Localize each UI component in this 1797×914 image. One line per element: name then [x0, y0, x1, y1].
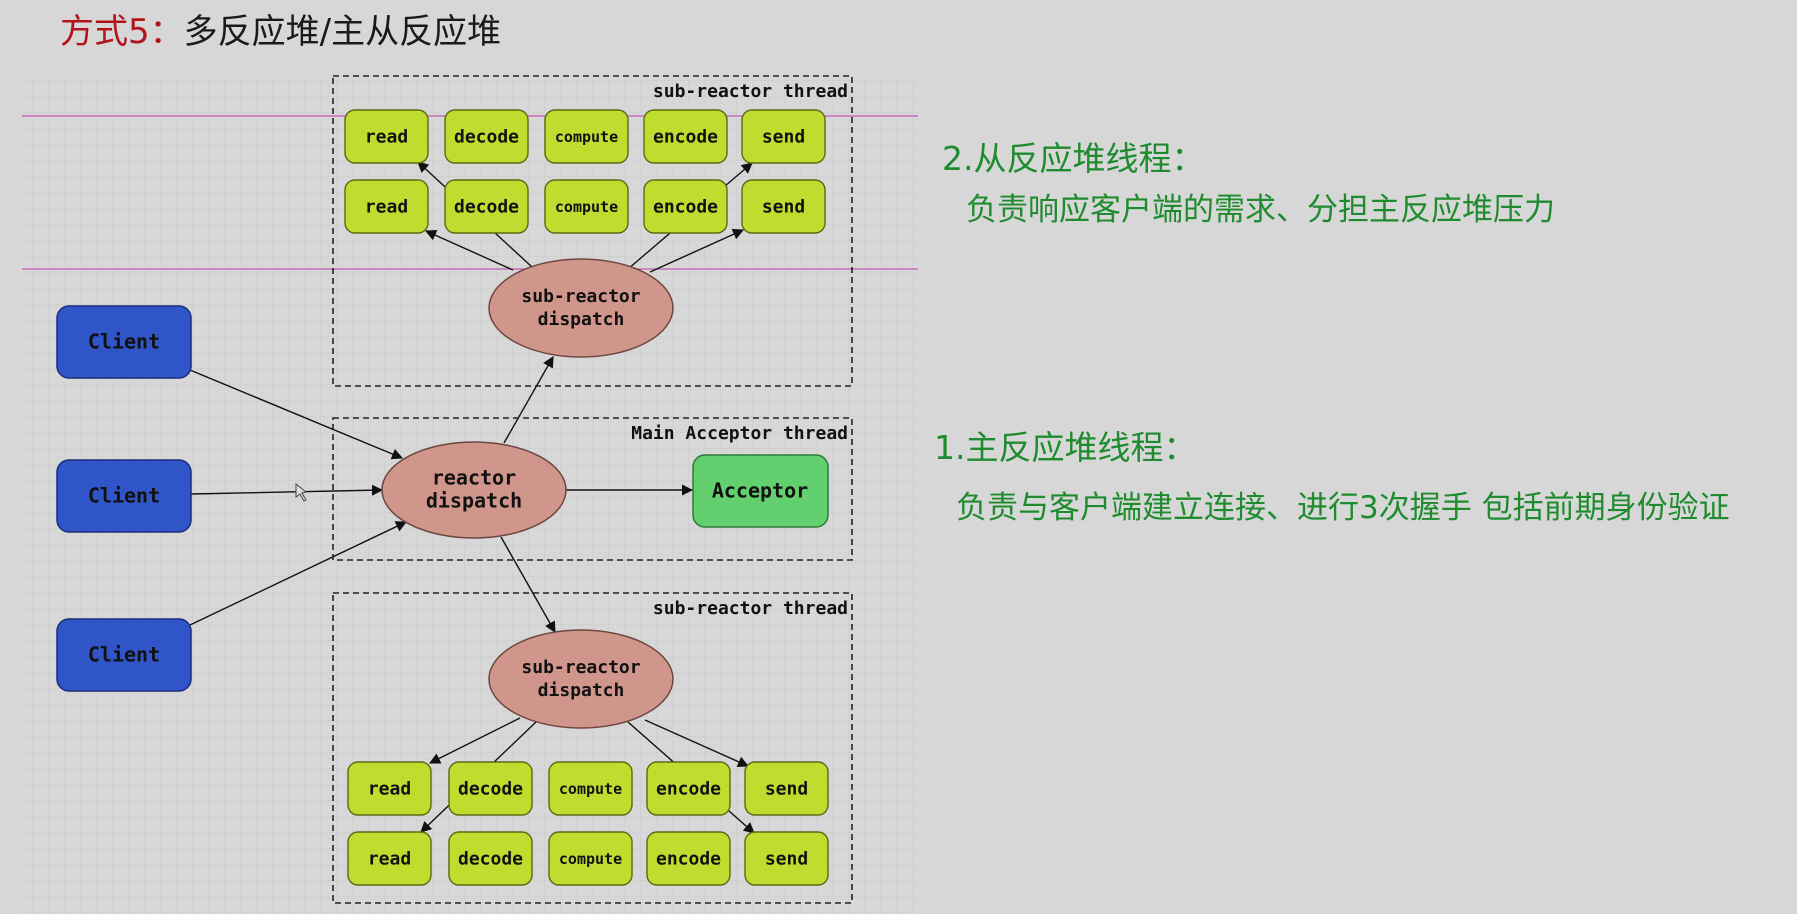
- bottom-row1-compute-label: compute: [559, 780, 622, 798]
- client-1-label: Client: [88, 330, 160, 354]
- acceptor-label: Acceptor: [712, 479, 808, 503]
- top-row1-compute-label: compute: [555, 128, 618, 146]
- sub-reactor-dispatch-bottom-line1: sub-reactor: [521, 657, 640, 678]
- sub-reactor-group-top-label: sub-reactor thread: [653, 81, 848, 102]
- sub-reactor-dispatch-top: [488, 258, 674, 358]
- sub-reactor-heading: 2.从反应堆线程：: [942, 139, 1205, 178]
- sub-reactor-description: 负责响应客户端的需求、分担主反应堆压力: [966, 192, 1555, 228]
- sub-reactor-dispatch-top-line1: sub-reactor: [521, 286, 640, 307]
- top-row1-read-label: read: [365, 127, 408, 148]
- top-row2-encode-label: encode: [653, 197, 718, 218]
- bottom-row1-encode-label: encode: [656, 779, 721, 800]
- sub-reactor-dispatch-bottom-line2: dispatch: [538, 680, 625, 701]
- bottom-row2-send-label: send: [765, 849, 808, 870]
- main-reactor-heading: 1.主反应堆线程：: [934, 428, 1197, 467]
- main-reactor-description: 负责与客户端建立连接、进行3次握手 包括前期身份验证: [956, 490, 1730, 526]
- reactor-diagram: sub-reactor thread Main Acceptor thread su…: [22, 74, 918, 914]
- reactor-dispatch-line2: dispatch: [426, 489, 522, 513]
- top-row2-decode-label: decode: [454, 197, 519, 218]
- sub-reactor-dispatch-top-line2: dispatch: [538, 309, 625, 330]
- bottom-row1-send-label: send: [765, 779, 808, 800]
- bottom-row2-decode-label: decode: [458, 849, 523, 870]
- bottom-row1-decode-label: decode: [458, 779, 523, 800]
- top-row2-read-label: read: [365, 197, 408, 218]
- sub-reactor-dispatch-bottom: [488, 629, 674, 729]
- top-row1-send-label: send: [762, 127, 805, 148]
- main-acceptor-group-label: Main Acceptor thread: [631, 423, 848, 444]
- top-row1-encode-label: encode: [653, 127, 718, 148]
- bottom-row2-compute-label: compute: [559, 850, 622, 868]
- top-row2-compute-label: compute: [555, 198, 618, 216]
- top-row1-decode-label: decode: [454, 127, 519, 148]
- reactor-dispatch-line1: reactor: [432, 466, 516, 490]
- client-2-label: Client: [88, 484, 160, 508]
- bottom-row2-encode-label: encode: [656, 849, 721, 870]
- client-3-label: Client: [88, 643, 160, 667]
- bottom-row1-read-label: read: [368, 779, 411, 800]
- top-row2-send-label: send: [762, 197, 805, 218]
- bottom-row2-read-label: read: [368, 849, 411, 870]
- sub-reactor-group-bottom-label: sub-reactor thread: [653, 598, 848, 619]
